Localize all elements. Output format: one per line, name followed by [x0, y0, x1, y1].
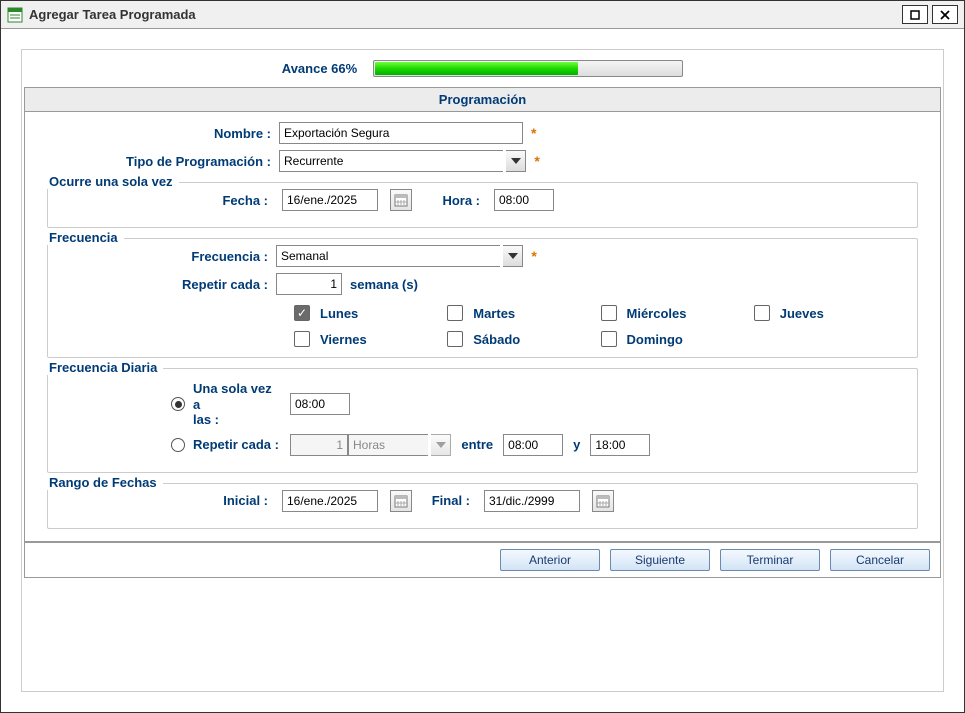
- chevron-down-icon[interactable]: [503, 245, 523, 267]
- row-daily-once: Una sola vez alas :: [58, 381, 907, 428]
- app-icon: [7, 7, 23, 23]
- close-button[interactable]: [932, 5, 958, 24]
- progress-bar: [373, 60, 683, 77]
- inicial-input[interactable]: [282, 490, 378, 512]
- nombre-input[interactable]: [279, 122, 523, 144]
- day-label: Jueves: [780, 306, 824, 321]
- radio-once[interactable]: [171, 397, 185, 411]
- daily-opt2-label: Repetir cada :: [185, 437, 290, 452]
- frecuencia-select[interactable]: [276, 245, 523, 267]
- repetir-unit: semana (s): [350, 277, 418, 292]
- day-miércoles[interactable]: Miércoles: [601, 305, 754, 321]
- final-input[interactable]: [484, 490, 580, 512]
- inicial-label: Inicial :: [58, 493, 276, 508]
- fieldset-range: Rango de Fechas Inicial : Final :: [47, 483, 918, 529]
- day-domingo[interactable]: Domingo: [601, 331, 754, 347]
- entre-from-input[interactable]: [503, 434, 563, 456]
- tipo-value[interactable]: [279, 150, 503, 172]
- cancelar-button[interactable]: Cancelar: [830, 549, 930, 571]
- panel-programacion: Programación Nombre : * Tipo de Programa…: [24, 87, 941, 542]
- day-label: Martes: [473, 306, 515, 321]
- frecuencia-label: Frecuencia :: [58, 249, 276, 264]
- final-label: Final :: [418, 493, 478, 508]
- calendar-icon[interactable]: [592, 490, 614, 512]
- row-range: Inicial : Final :: [58, 490, 907, 512]
- terminar-button[interactable]: Terminar: [720, 549, 820, 571]
- calendar-icon[interactable]: [390, 189, 412, 211]
- content-area: Avance 66% Programación Nombre : * Tipo …: [1, 29, 964, 712]
- fecha-input[interactable]: [282, 189, 378, 211]
- fieldset-daily: Frecuencia Diaria Una sola vez alas :: [47, 368, 918, 473]
- day-label: Miércoles: [627, 306, 687, 321]
- checkbox-icon[interactable]: [447, 305, 463, 321]
- panel-title: Programación: [24, 87, 941, 112]
- day-label: Viernes: [320, 332, 367, 347]
- daily-opt1-label: Una sola vez alas :: [185, 381, 290, 428]
- radio-repeat[interactable]: [171, 438, 185, 452]
- progress-row: Avance 66%: [22, 60, 943, 77]
- repetir-input[interactable]: [276, 273, 342, 295]
- daily-legend: Frecuencia Diaria: [45, 360, 163, 375]
- day-label: Domingo: [627, 332, 683, 347]
- daily-once-time[interactable]: [290, 393, 350, 415]
- day-label: Sábado: [473, 332, 520, 347]
- maximize-button[interactable]: [902, 5, 928, 24]
- fieldset-once: Ocurre una sola vez Fecha : Hora :: [47, 182, 918, 228]
- row-daily-repeat: Repetir cada : entre y: [58, 434, 907, 456]
- freq-legend: Frecuencia: [45, 230, 124, 245]
- chevron-down-icon[interactable]: [506, 150, 526, 172]
- daily-unit-select: [348, 434, 451, 456]
- day-sábado[interactable]: Sábado: [447, 331, 600, 347]
- inner-frame: Avance 66% Programación Nombre : * Tipo …: [21, 49, 944, 692]
- checkbox-icon[interactable]: [294, 305, 310, 321]
- day-jueves[interactable]: Jueves: [754, 305, 907, 321]
- tipo-label: Tipo de Programación :: [43, 154, 279, 169]
- fecha-label: Fecha :: [58, 193, 276, 208]
- anterior-button[interactable]: Anterior: [500, 549, 600, 571]
- day-martes[interactable]: Martes: [447, 305, 600, 321]
- nombre-label: Nombre :: [43, 126, 279, 141]
- panel-body: Nombre : * Tipo de Programación : *: [24, 112, 941, 542]
- daily-repeat-value: [290, 434, 348, 456]
- required-icon: *: [531, 248, 536, 264]
- row-tipo: Tipo de Programación : *: [43, 150, 922, 172]
- checkbox-icon[interactable]: [601, 305, 617, 321]
- required-icon: *: [534, 153, 539, 169]
- calendar-icon[interactable]: [390, 490, 412, 512]
- hora-label: Hora :: [418, 193, 488, 208]
- chevron-down-icon: [431, 434, 451, 456]
- days-grid: Lunes Martes Miércoles Jueves Viernes Sábado D…: [294, 305, 907, 347]
- progress-label: Avance 66%: [282, 61, 357, 76]
- progress-fill: [375, 62, 578, 75]
- repetir-label: Repetir cada :: [58, 277, 276, 292]
- day-label: Lunes: [320, 306, 358, 321]
- hora-input[interactable]: [494, 189, 554, 211]
- required-icon: *: [531, 125, 536, 141]
- row-frecuencia: Frecuencia : *: [58, 245, 907, 267]
- titlebar: Agregar Tarea Programada: [1, 1, 964, 29]
- checkbox-icon[interactable]: [754, 305, 770, 321]
- row-nombre: Nombre : *: [43, 122, 922, 144]
- button-row: Anterior Siguiente Terminar Cancelar: [24, 542, 941, 578]
- fieldset-freq: Frecuencia Frecuencia : * Repetir cada :: [47, 238, 918, 358]
- range-legend: Rango de Fechas: [45, 475, 163, 490]
- siguiente-button[interactable]: Siguiente: [610, 549, 710, 571]
- checkbox-icon[interactable]: [447, 331, 463, 347]
- window: Agregar Tarea Programada Avance 66% Prog…: [0, 0, 965, 713]
- entre-to-input[interactable]: [590, 434, 650, 456]
- entre-label: entre: [451, 437, 503, 452]
- once-legend: Ocurre una sola vez: [45, 174, 179, 189]
- checkbox-icon[interactable]: [601, 331, 617, 347]
- row-repetir: Repetir cada : semana (s): [58, 273, 907, 295]
- y-label: y: [563, 437, 590, 452]
- day-lunes[interactable]: Lunes: [294, 305, 447, 321]
- checkbox-icon[interactable]: [294, 331, 310, 347]
- frecuencia-value[interactable]: [276, 245, 500, 267]
- daily-unit-value: [348, 434, 428, 456]
- row-once: Fecha : Hora :: [58, 189, 907, 211]
- day-viernes[interactable]: Viernes: [294, 331, 447, 347]
- window-title: Agregar Tarea Programada: [29, 7, 898, 22]
- tipo-select[interactable]: [279, 150, 526, 172]
